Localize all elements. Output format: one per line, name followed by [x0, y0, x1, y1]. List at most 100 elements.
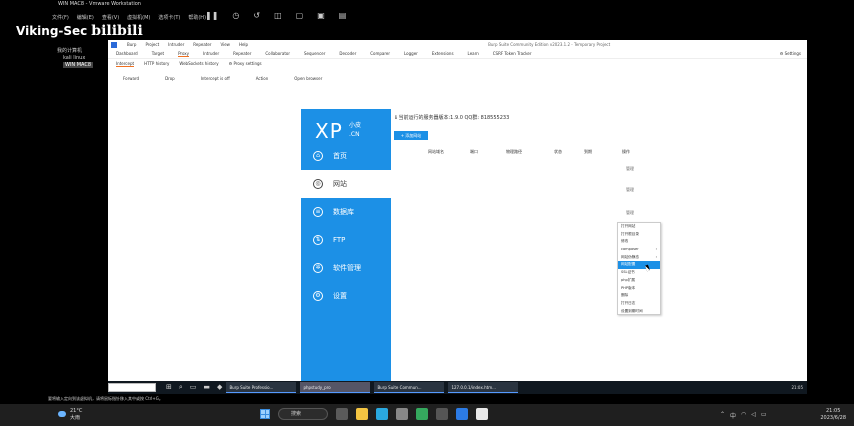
subtab-intercept[interactable]: Intercept	[116, 61, 135, 67]
menu-item-php-version[interactable]: PHP版本	[618, 285, 660, 293]
row-manage-link[interactable]: 管理	[626, 210, 634, 216]
drop-button[interactable]: Drop	[165, 76, 175, 81]
folder-icon[interactable]: ▬	[203, 383, 210, 392]
weather-widget[interactable]: 21°C 大雨	[58, 408, 82, 422]
vm-menu-vm[interactable]: 虚拟机(M)	[127, 14, 150, 21]
nav-item-ftp[interactable]: ⇅ FTP	[301, 226, 391, 254]
revert-icon[interactable]: ↺	[253, 11, 260, 20]
burp-menu-burp[interactable]: Burp	[127, 42, 136, 47]
action-button[interactable]: Action	[256, 76, 269, 81]
task-burp-pro[interactable]: Burp Suite Professio...	[226, 382, 297, 393]
proxy-settings-button[interactable]: ⚙ Proxy settings	[229, 61, 262, 66]
manage-icon[interactable]: ◫	[274, 11, 282, 20]
settings-app-icon[interactable]	[396, 408, 408, 420]
nav-item-database[interactable]: ≡ 数据库	[301, 198, 391, 226]
guest-search-input[interactable]	[108, 383, 156, 392]
tab-target[interactable]: Target	[152, 51, 164, 56]
tab-dashboard[interactable]: Dashboard	[116, 51, 138, 56]
settings-button[interactable]: ⚙ Settings	[780, 51, 801, 56]
vm-menu-view[interactable]: 查看(V)	[102, 14, 119, 21]
tab-collaborator[interactable]: Collaborator	[265, 51, 290, 56]
app-logo-sub-cn: 小皮	[349, 122, 362, 129]
nav-item-home[interactable]: ⌂ 首页	[301, 142, 391, 170]
burp-menu-repeater[interactable]: Repeater	[193, 42, 211, 47]
console-icon[interactable]: ▤	[339, 11, 347, 20]
typora-icon[interactable]	[476, 408, 488, 420]
forward-button[interactable]: Forward	[123, 76, 139, 81]
wechat-icon[interactable]	[416, 408, 428, 420]
burp-menu-project[interactable]: Project	[145, 42, 159, 47]
burp-menu-view[interactable]: View	[220, 42, 230, 47]
tab-intruder[interactable]: Intruder	[203, 51, 219, 56]
row-manage-link[interactable]: 管理	[626, 187, 634, 193]
host-clock[interactable]: 21:05 2023/6/28	[820, 408, 846, 422]
ime-icon[interactable]: 中	[730, 411, 736, 420]
column-actions: 操作	[622, 149, 630, 154]
task-view-icon[interactable]	[336, 408, 348, 420]
burp-menu-help[interactable]: Help	[239, 42, 248, 47]
nav-item-settings[interactable]: ⚙ 设置	[301, 282, 391, 310]
burp-menu-intruder[interactable]: Intruder	[168, 42, 184, 47]
column-expiry: 到期	[584, 149, 592, 154]
tab-decoder[interactable]: Decoder	[339, 51, 356, 56]
menu-item-set-expiry[interactable]: 设置到期时间	[618, 308, 660, 316]
vm-menu-help[interactable]: 帮助(H)	[188, 14, 206, 21]
burp-icon[interactable]: ◆	[217, 383, 222, 392]
fullscreen-icon[interactable]: ▢	[296, 11, 304, 20]
menu-item-open-root[interactable]: 打开根目录	[618, 231, 660, 239]
start-icon[interactable]: ⊞	[166, 383, 172, 392]
add-website-button[interactable]: + 添加网站	[394, 131, 428, 140]
pause-icon[interactable]: ❚❚	[205, 11, 218, 20]
tab-learn[interactable]: Learn	[468, 51, 479, 56]
battery-icon[interactable]: ▭	[761, 411, 767, 420]
tab-csrf-token-tracker[interactable]: CSRF Token Tracker	[493, 51, 532, 56]
file-explorer-icon[interactable]	[356, 408, 368, 420]
nav-item-website[interactable]: ◎ 网站	[301, 170, 391, 198]
menu-item-ssl[interactable]: SSL证书	[618, 269, 660, 277]
settings-label: Settings	[784, 51, 801, 56]
vmware-icon[interactable]	[456, 408, 468, 420]
menu-item-composer[interactable]: composer ›	[618, 246, 660, 254]
chevron-up-icon[interactable]: ⌃	[720, 411, 725, 420]
menu-item-rewrite[interactable]: 网站伪静态 ›	[618, 254, 660, 262]
library-my-computer[interactable]: 我的计算机	[57, 48, 93, 55]
tab-logger[interactable]: Logger	[404, 51, 418, 56]
menu-item-delete[interactable]: 删除	[618, 292, 660, 300]
guest-screen[interactable]: Burp Project Intruder Repeater View Help…	[108, 40, 807, 394]
subtab-websockets-history[interactable]: WebSockets history	[179, 61, 218, 66]
unity-icon[interactable]: ▣	[317, 11, 325, 20]
vm-menu-edit[interactable]: 编辑(E)	[77, 14, 94, 21]
menu-item-open-log[interactable]: 打开日志	[618, 300, 660, 308]
subtab-http-history[interactable]: HTTP history	[144, 61, 169, 66]
vm-menu-tabs[interactable]: 选项卡(T)	[158, 14, 180, 21]
app-icon[interactable]	[436, 408, 448, 420]
library-win-mac8[interactable]: WIN MAC8	[63, 62, 94, 68]
nav-item-software[interactable]: ✲ 软件管理	[301, 254, 391, 282]
wifi-icon[interactable]: ◠	[741, 411, 746, 420]
gear-icon: ⚙	[779, 51, 784, 56]
windows-start-icon[interactable]	[260, 409, 270, 419]
tab-sequencer[interactable]: Sequencer	[304, 51, 325, 56]
tab-proxy[interactable]: Proxy	[178, 51, 190, 57]
menu-item-edit[interactable]: 修改	[618, 238, 660, 246]
edge-icon[interactable]	[376, 408, 388, 420]
menu-item-php-ext[interactable]: php扩展	[618, 277, 660, 285]
task-browser[interactable]: 127.0.0.1/index.htm...	[448, 382, 519, 393]
tab-comparer[interactable]: Comparer	[370, 51, 390, 56]
menu-item-site-config[interactable]: 网站配置	[618, 261, 660, 270]
search-icon[interactable]: ⌕	[179, 383, 183, 392]
task-phpstudy[interactable]: phpstudy_pro	[300, 382, 371, 393]
volume-icon[interactable]: ◁	[751, 411, 756, 420]
tab-repeater[interactable]: Repeater	[233, 51, 251, 56]
host-search-box[interactable]: 搜索	[278, 408, 328, 420]
vm-menu-file[interactable]: 文件(F)	[52, 14, 69, 21]
tab-extensions[interactable]: Extensions	[432, 51, 454, 56]
task-view-icon[interactable]: ▭	[190, 383, 197, 392]
snapshot-icon[interactable]: ◷	[232, 11, 239, 20]
task-burp-community[interactable]: Burp Suite Commun...	[374, 382, 445, 393]
open-browser-button[interactable]: Open browser	[294, 76, 322, 81]
library-kali[interactable]: kali linux	[57, 55, 93, 62]
row-manage-link[interactable]: 管理	[626, 166, 634, 172]
menu-item-open-site[interactable]: 打开网站	[618, 223, 660, 231]
intercept-toggle-button[interactable]: Intercept is off	[201, 76, 230, 81]
